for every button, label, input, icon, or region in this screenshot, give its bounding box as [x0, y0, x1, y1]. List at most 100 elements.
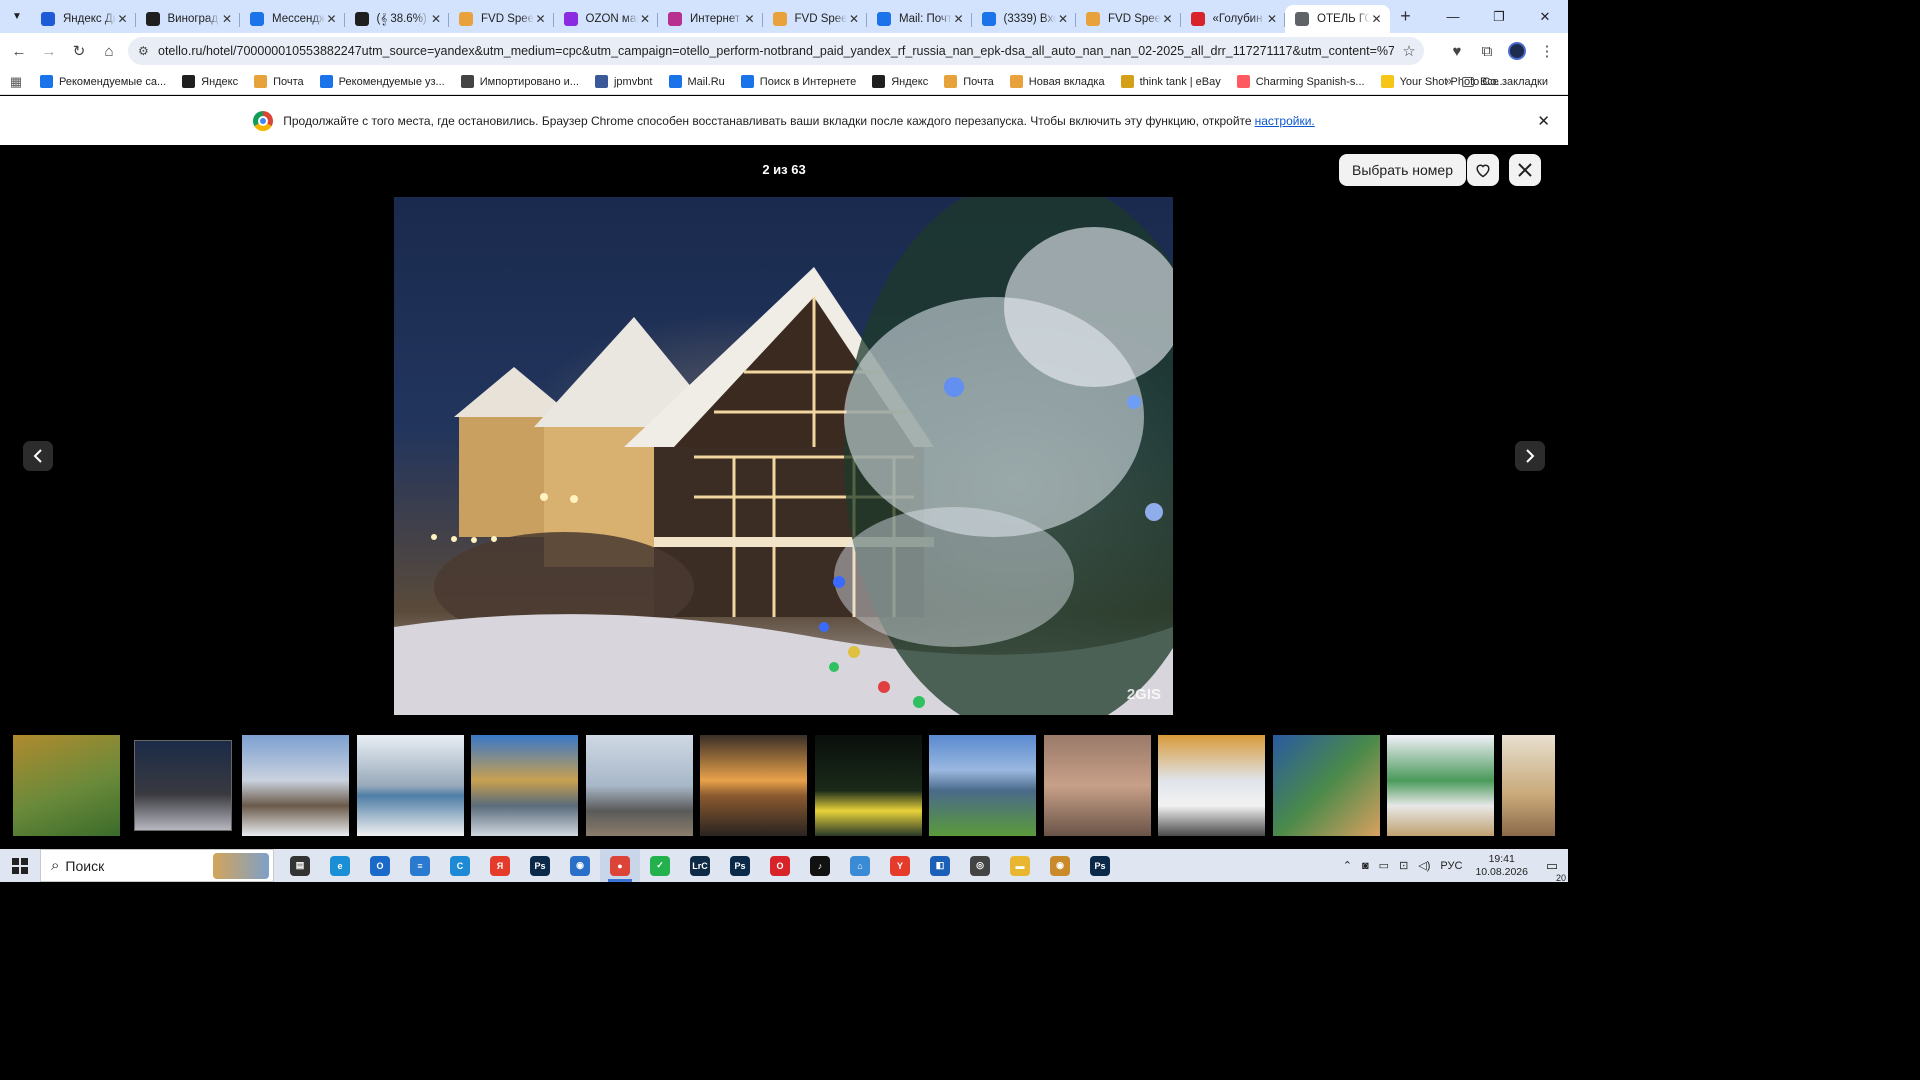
bookmark-item[interactable]: Импортировано и... — [453, 71, 587, 93]
browser-tab[interactable]: FVD Speed✕ — [1076, 5, 1181, 33]
gallery-thumbnail[interactable] — [1158, 735, 1265, 836]
taskbar-app[interactable]: ≡ — [400, 849, 440, 882]
taskbar-app[interactable]: Ps — [520, 849, 560, 882]
close-tab-icon[interactable]: ✕ — [116, 12, 130, 26]
bookmark-item[interactable]: Рекомендуемые уз... — [312, 71, 453, 93]
close-tab-icon[interactable]: ✕ — [847, 12, 861, 26]
profile-button[interactable] — [1502, 36, 1532, 66]
browser-tab[interactable]: «Голубин ✕ — [1181, 5, 1286, 33]
close-tab-icon[interactable]: ✕ — [534, 12, 548, 26]
gallery-thumbnail[interactable] — [1043, 735, 1151, 836]
browser-tab[interactable]: FVD Speed✕ — [763, 5, 868, 33]
language-indicator[interactable]: РУС — [1435, 860, 1467, 872]
gallery-thumbnail[interactable] — [585, 735, 693, 836]
bookmark-item[interactable]: jpmvbnt — [587, 71, 661, 93]
bookmark-star-icon[interactable]: ☆ — [1394, 42, 1424, 60]
bookmark-item[interactable]: think tank | eBay — [1113, 71, 1229, 93]
taskbar-app[interactable]: Ps — [720, 849, 760, 882]
taskbar-app[interactable]: Y — [880, 849, 920, 882]
close-tab-icon[interactable]: ✕ — [1370, 12, 1384, 26]
all-bookmarks-button[interactable]: Все закладки — [1454, 71, 1556, 93]
browser-tab[interactable]: ОТЕЛЬ ГО ✕ — [1285, 5, 1390, 33]
tray-chevron-icon[interactable]: ⌃ — [1338, 859, 1357, 872]
taskbar-app[interactable]: ⌂ — [840, 849, 880, 882]
close-tab-icon[interactable]: ✕ — [429, 12, 443, 26]
taskbar-search[interactable]: ⌕ Поиск — [40, 849, 274, 882]
display-icon[interactable]: ▭ — [1374, 859, 1394, 872]
volume-icon[interactable]: ◁) — [1413, 859, 1435, 872]
browser-tab[interactable]: Mail: Почт ✕ — [867, 5, 972, 33]
network-icon[interactable]: ⊡ — [1394, 859, 1413, 872]
close-tab-icon[interactable]: ✕ — [1161, 12, 1175, 26]
browser-tab[interactable]: Яндекс Ди ✕ — [31, 5, 136, 33]
close-tab-icon[interactable]: ✕ — [325, 12, 339, 26]
taskbar-app[interactable]: Я — [480, 849, 520, 882]
taskbar-app[interactable]: O — [360, 849, 400, 882]
new-tab-button[interactable]: + — [1392, 3, 1420, 31]
gallery-thumbnail[interactable] — [356, 735, 464, 836]
extensions-puzzle-icon[interactable]: ⧉ — [1472, 36, 1502, 66]
address-bar[interactable]: ⚙ otello.ru/hotel/700000010553882247utm_… — [128, 37, 1424, 65]
infobar-close-icon[interactable]: ✕ — [1537, 112, 1550, 130]
previous-photo-button[interactable] — [23, 441, 53, 471]
choose-room-button[interactable]: Выбрать номер — [1339, 154, 1466, 186]
start-button[interactable] — [0, 849, 40, 882]
browser-tab[interactable]: Мессендж ✕ — [240, 5, 345, 33]
taskbar-app[interactable]: ▬ — [1000, 849, 1040, 882]
browser-tab[interactable]: (𝄞 38.6%) ✕ — [345, 5, 450, 33]
next-photo-button[interactable] — [1515, 441, 1545, 471]
gallery-thumbnail[interactable] — [1387, 735, 1494, 836]
gallery-thumbnail[interactable] — [133, 740, 232, 831]
taskbar-app[interactable]: ◉ — [1040, 849, 1080, 882]
close-tab-icon[interactable]: ✕ — [1056, 12, 1070, 26]
close-window-button[interactable]: ✕ — [1522, 0, 1568, 33]
taskbar-app[interactable]: C — [440, 849, 480, 882]
gallery-thumbnail[interactable] — [471, 735, 578, 836]
close-tab-icon[interactable]: ✕ — [638, 12, 652, 26]
settings-link[interactable]: настройки. — [1255, 114, 1315, 128]
camera-icon[interactable]: ◙ — [1357, 860, 1374, 872]
gallery-thumbnail[interactable] — [242, 735, 349, 836]
notifications-button[interactable]: ▭ 20 — [1536, 858, 1568, 883]
restore-button[interactable]: ❐ — [1476, 0, 1522, 33]
gallery-thumbnail[interactable] — [700, 735, 807, 836]
browser-tab[interactable]: Интернет- ✕ — [658, 5, 763, 33]
taskbar-app[interactable]: Ps — [1080, 849, 1120, 882]
taskbar-app[interactable]: ◎ — [960, 849, 1000, 882]
gallery-thumbnail[interactable] — [13, 735, 120, 836]
url-text[interactable]: otello.ru/hotel/700000010553882247utm_so… — [158, 44, 1394, 58]
clock[interactable]: 19:41 10.08.2026 — [1467, 853, 1536, 879]
browser-tab[interactable]: Виноград ✕ — [136, 5, 241, 33]
site-info-icon[interactable]: ⚙ — [138, 44, 158, 58]
bookmark-item[interactable]: Почта — [246, 71, 312, 93]
extension-icon[interactable]: ♥ — [1442, 36, 1472, 66]
taskbar-app[interactable]: ● — [600, 849, 640, 882]
browser-tab[interactable]: FVD Speed✕ — [449, 5, 554, 33]
bookmark-item[interactable]: Почта — [936, 71, 1002, 93]
home-button[interactable]: ⌂ — [94, 36, 124, 66]
taskbar-app[interactable]: ✓ — [640, 849, 680, 882]
bookmark-item[interactable]: Поиск в Интернете — [733, 71, 864, 93]
gallery-thumbnail[interactable] — [814, 735, 922, 836]
tab-search-button[interactable]: ▼ — [3, 3, 31, 31]
minimize-button[interactable]: — — [1430, 0, 1476, 33]
close-tab-icon[interactable]: ✕ — [952, 12, 966, 26]
taskbar-app[interactable]: ◉ — [560, 849, 600, 882]
gallery-thumbnail[interactable] — [929, 735, 1036, 836]
browser-tab[interactable]: OZON мар ✕ — [554, 5, 659, 33]
close-tab-icon[interactable]: ✕ — [743, 12, 757, 26]
apps-grid-icon[interactable]: ▦ — [0, 74, 32, 90]
taskbar-app[interactable]: ▤ — [280, 849, 320, 882]
back-button[interactable]: ← — [4, 36, 34, 66]
taskbar-app[interactable]: ♪ — [800, 849, 840, 882]
close-tab-icon[interactable]: ✕ — [220, 12, 234, 26]
bookmark-item[interactable]: Яндекс — [864, 71, 936, 93]
forward-button[interactable]: → — [34, 36, 64, 66]
reload-button[interactable]: ↻ — [64, 36, 94, 66]
bookmark-item[interactable]: Mail.Ru — [661, 71, 733, 93]
taskbar-app[interactable]: LrC — [680, 849, 720, 882]
bookmark-item[interactable]: Рекомендуемые са... — [32, 71, 174, 93]
favorite-button[interactable] — [1467, 154, 1499, 186]
menu-button[interactable]: ⋮ — [1532, 36, 1562, 66]
bookmark-item[interactable]: Яндекс — [174, 71, 246, 93]
